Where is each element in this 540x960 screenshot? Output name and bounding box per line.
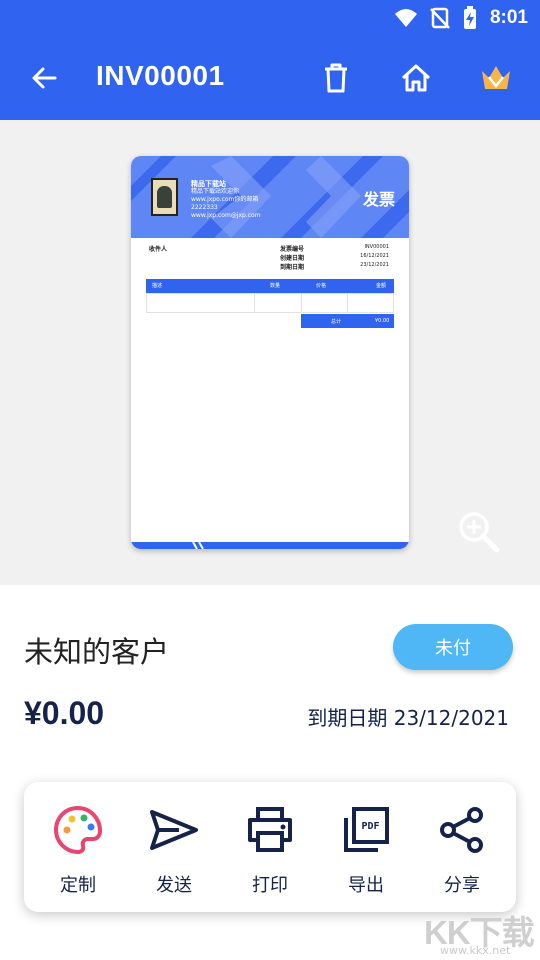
recipient-label: 收件人 bbox=[149, 246, 168, 253]
meta-value: INV00001 bbox=[364, 244, 389, 250]
home-button[interactable] bbox=[394, 56, 438, 100]
action-label: 打印 bbox=[252, 875, 288, 896]
crown-icon bbox=[482, 66, 510, 89]
export-button[interactable]: PDF 导出 bbox=[326, 802, 406, 902]
company-line: www.jxp.com@jxp.com bbox=[191, 212, 261, 219]
action-label: 导出 bbox=[348, 875, 384, 896]
meta-label: 到期日期 bbox=[280, 264, 305, 271]
home-icon bbox=[401, 64, 431, 92]
due-label: 到期日期 bbox=[307, 706, 388, 730]
arrow-left-icon bbox=[32, 67, 57, 89]
status-time: 8:01 bbox=[489, 7, 528, 28]
company-line: 精品下载站欢迎你 bbox=[191, 188, 240, 195]
watermark-url: www.kkx.net bbox=[440, 944, 511, 957]
table-header-cell: 金额 bbox=[376, 283, 387, 289]
send-button[interactable]: 发送 bbox=[134, 802, 214, 902]
premium-button[interactable] bbox=[474, 56, 518, 100]
due-value: 23/12/2021 bbox=[393, 706, 509, 730]
invoice-header-banner: 精品下载站 精品下载站欢迎你 www.jxpo.com你的邮箱 2222333 … bbox=[131, 156, 409, 238]
trash-icon bbox=[325, 63, 347, 93]
table-header-cell: 描述 bbox=[152, 283, 163, 289]
wifi-icon bbox=[394, 9, 417, 27]
status-bar: 8:01 bbox=[0, 0, 540, 36]
printer-icon bbox=[248, 807, 292, 852]
delete-button[interactable] bbox=[314, 56, 358, 100]
invoice-table-header: 描述 数量 价格 金额 bbox=[146, 279, 394, 293]
invoice-thumbnail[interactable]: 精品下载站 精品下载站欢迎你 www.jxpo.com你的邮箱 2222333 … bbox=[131, 156, 409, 549]
share-button[interactable]: 分享 bbox=[422, 802, 502, 902]
due-date: 到期日期 23/12/2021 bbox=[307, 702, 509, 731]
palette-icon bbox=[53, 805, 103, 855]
action-bar: 定制 发送 打印 PDF 导出 分享 bbox=[24, 782, 516, 912]
action-label: 定制 bbox=[60, 875, 96, 896]
pdf-icon: PDF bbox=[344, 807, 389, 852]
action-label: 发送 bbox=[156, 875, 192, 896]
zoom-in-icon bbox=[459, 512, 500, 553]
app-bar: INV00001 bbox=[0, 36, 540, 120]
status-badge[interactable]: 未付 bbox=[393, 624, 513, 670]
customize-button[interactable]: 定制 bbox=[38, 802, 118, 902]
total-value: ¥0.00 bbox=[375, 318, 390, 324]
print-button[interactable]: 打印 bbox=[230, 802, 310, 902]
action-label: 分享 bbox=[444, 875, 480, 896]
meta-label: 发票编号 bbox=[280, 246, 305, 253]
invoice-table-row bbox=[146, 293, 394, 313]
table-header-cell: 数量 bbox=[270, 283, 281, 289]
svg-text:PDF: PDF bbox=[361, 821, 379, 832]
meta-value: 16/12/2021 bbox=[360, 253, 389, 259]
company-logo bbox=[151, 178, 178, 216]
invoice-footer-bar bbox=[131, 542, 409, 549]
watermark-text: KK下载 bbox=[424, 914, 535, 951]
total-label: 总计 bbox=[331, 319, 342, 325]
company-name: 精品下载站 bbox=[191, 180, 226, 188]
send-icon bbox=[150, 810, 198, 850]
share-icon bbox=[440, 807, 483, 853]
status-icons: 8:01 bbox=[394, 6, 528, 30]
company-line: www.jxpo.com你的邮箱 bbox=[191, 196, 259, 203]
company-line: 2222333 bbox=[191, 204, 218, 211]
back-button[interactable] bbox=[24, 58, 64, 98]
meta-label: 创建日期 bbox=[280, 255, 305, 262]
page-title: INV00001 bbox=[96, 60, 225, 91]
invoice-total-row: 总计 ¥0.00 bbox=[301, 314, 394, 328]
meta-value: 23/12/2021 bbox=[360, 262, 389, 268]
no-signal-icon bbox=[430, 7, 450, 29]
battery-charging-icon bbox=[463, 6, 476, 29]
table-header-cell: 价格 bbox=[316, 283, 327, 289]
client-name: 未知的客户 bbox=[24, 635, 170, 669]
invoice-amount: ¥0.00 bbox=[24, 695, 105, 731]
zoom-in-button[interactable] bbox=[457, 510, 501, 554]
invoice-doc-title: 发票 bbox=[362, 190, 395, 209]
invoice-preview-area: 精品下载站 精品下载站欢迎你 www.jxpo.com你的邮箱 2222333 … bbox=[0, 120, 540, 585]
